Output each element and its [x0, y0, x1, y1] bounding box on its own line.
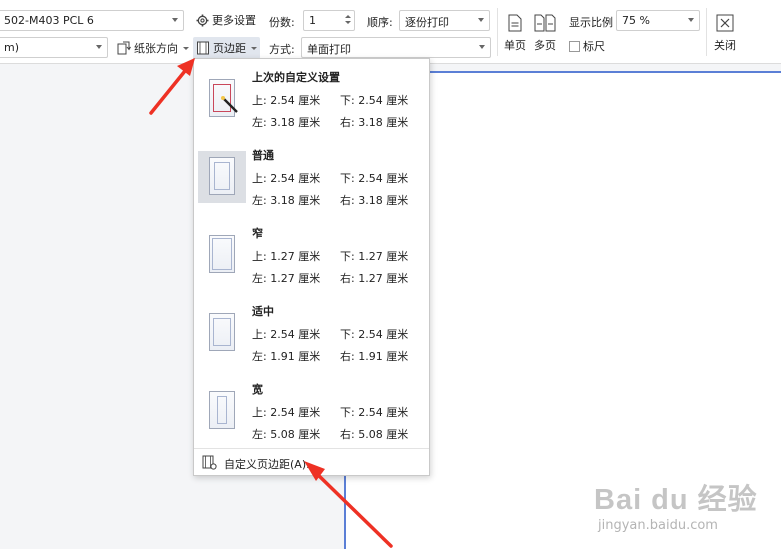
red-arrow-icon — [149, 58, 195, 115]
watermark-logo: Bai du 经验 — [594, 484, 758, 516]
baidu-watermark: Bai du 经验 jingyan.baidu.com — [590, 476, 775, 548]
watermark-url: jingyan.baidu.com — [598, 518, 718, 533]
annotation-overlay — [149, 58, 393, 548]
red-arrow-icon — [304, 461, 393, 548]
